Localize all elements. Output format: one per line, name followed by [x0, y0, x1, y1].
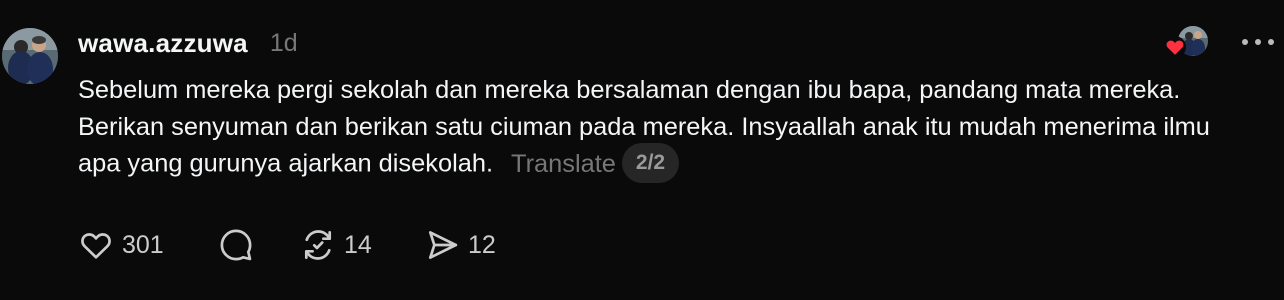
post-header: wawa.azzuwa 1d: [78, 26, 298, 60]
share-count: 12: [468, 230, 496, 259]
repost-icon: [304, 230, 332, 260]
like-button[interactable]: 301: [78, 227, 218, 263]
thread-post: wawa.azzuwa 1d Sebelum mereka pergi seko…: [0, 0, 1284, 300]
post-time[interactable]: 1d: [270, 29, 298, 58]
avatar-photo: [2, 28, 58, 84]
liked-by-indicator[interactable]: [1164, 26, 1210, 58]
reply-button[interactable]: [218, 227, 300, 263]
share-button[interactable]: 12: [424, 227, 496, 263]
heart-icon: [81, 233, 111, 259]
post-body: Sebelum mereka pergi sekolah dan mereka …: [78, 72, 1248, 185]
translate-link[interactable]: Translate: [511, 150, 616, 178]
avatar[interactable]: [2, 28, 58, 84]
repost-button[interactable]: 14: [300, 227, 424, 263]
repost-count: 14: [344, 230, 372, 259]
more-icon: [1242, 39, 1274, 45]
like-count: 301: [122, 230, 164, 259]
page-indicator-badge: 2/2: [621, 143, 680, 183]
action-bar: 301 14 12: [78, 226, 496, 264]
send-icon: [428, 231, 458, 259]
heart-icon: [1164, 36, 1186, 58]
more-options-button[interactable]: [1240, 30, 1276, 54]
username[interactable]: wawa.azzuwa: [78, 28, 248, 59]
comment-icon: [220, 229, 252, 261]
